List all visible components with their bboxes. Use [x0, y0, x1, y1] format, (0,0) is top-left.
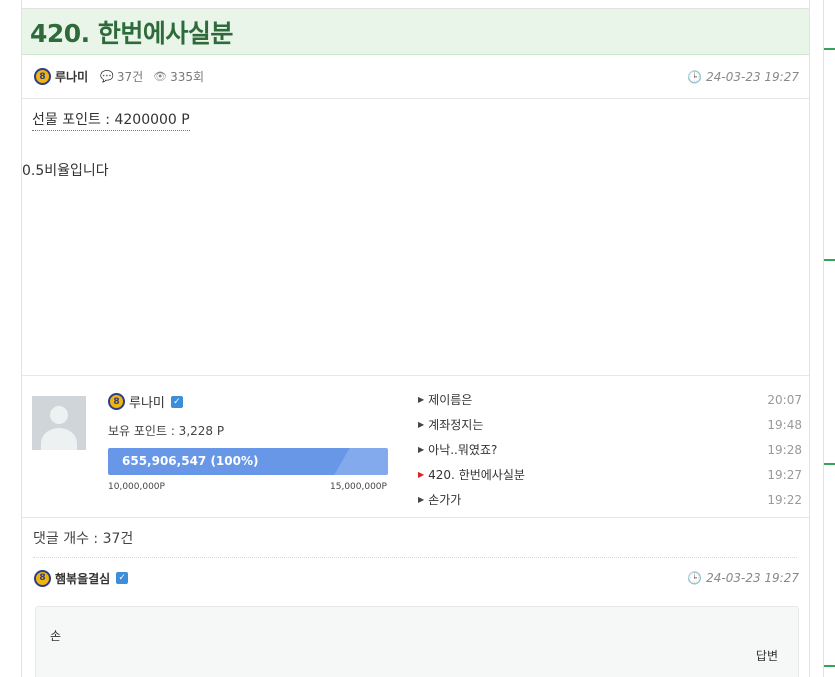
progress-shade	[313, 448, 388, 475]
comment-date-value: 24-03-23 19:27	[706, 571, 799, 585]
recent-post-time: 19:28	[767, 442, 802, 457]
post-title: 420. 한번에사실분	[30, 18, 233, 48]
recent-post[interactable]: ▶ 계좌정지는 19:48	[418, 412, 802, 437]
recent-post-time: 19:27	[767, 467, 802, 482]
clock-icon: 🕒	[687, 571, 703, 585]
avatar-body	[41, 428, 77, 450]
sidebar-accent	[824, 665, 835, 667]
level-badge-icon: 8	[34, 569, 51, 587]
speech-bubble-icon: 💬	[100, 70, 114, 83]
comment-meta: 8 햄볶을결심 ✓ 🕒 24-03-23 19:27	[22, 558, 809, 598]
sidebar-accent	[824, 259, 835, 261]
right-sidebar-edge	[823, 0, 835, 677]
triangle-right-icon: ▶	[418, 420, 425, 429]
profile-points: 보유 포인트 : 3,228 P	[108, 424, 225, 438]
profile-name-row: 8 루나미 ✓	[108, 392, 183, 411]
comments-header: 댓글 개수 : 37건	[33, 518, 797, 558]
recent-post[interactable]: ▶ 아낙..뭐였죠? 19:28	[418, 437, 802, 462]
eye-icon: 👁	[153, 70, 168, 83]
view-count: 👁 335회	[153, 68, 204, 85]
gift-points: 선물 포인트 : 4200000 P	[32, 109, 190, 131]
post-container: 420. 한번에사실분 8 루나미 💬 37건 👁 335회 🕒 24-03-2…	[21, 0, 810, 677]
clock-icon: 🕒	[687, 69, 703, 84]
recent-post-time: 19:48	[767, 417, 802, 432]
recent-post-title[interactable]: 손가가	[428, 491, 461, 508]
comment-count: 💬 37건	[100, 68, 143, 85]
triangle-right-icon: ▶	[418, 495, 425, 504]
comment-text: 손	[50, 629, 62, 643]
avatar[interactable]	[32, 396, 86, 450]
reply-button[interactable]: 답변	[756, 647, 778, 664]
comment-body: 손 답변	[35, 606, 799, 677]
recent-post-title[interactable]: 계좌정지는	[428, 416, 483, 433]
post-content: 선물 포인트 : 4200000 P 0.5비율입니다	[22, 99, 809, 376]
post-date: 🕒 24-03-23 19:27	[687, 70, 799, 84]
triangle-right-icon: ▶	[418, 470, 425, 479]
recent-post-title[interactable]: 제이름은	[428, 391, 472, 408]
recent-post-time: 19:22	[767, 492, 802, 507]
recent-posts-list: ▶ 제이름은 20:07 ▶ 계좌정지는 19:48 ▶ 아낙..뭐였죠? 19…	[418, 387, 802, 512]
title-bar: 420. 한번에사실분	[22, 9, 809, 55]
triangle-right-icon: ▶	[418, 395, 425, 404]
level-progress-bar: 655,906,547 (100%)	[108, 448, 388, 475]
profile-name[interactable]: 루나미	[129, 392, 165, 411]
recent-post-current[interactable]: ▶ 420. 한번에사실분 19:27	[418, 462, 802, 487]
recent-post[interactable]: ▶ 손가가 19:22	[418, 487, 802, 512]
author-name[interactable]: 루나미	[55, 68, 88, 85]
level-badge-icon: 8	[34, 68, 51, 85]
progress-min: 10,000,000P	[108, 482, 165, 492]
progress-max: 15,000,000P	[330, 482, 387, 492]
recent-post-title[interactable]: 420. 한번에사실분	[428, 466, 525, 483]
author-profile: 8 루나미 ✓ 보유 포인트 : 3,228 P 655,906,547 (10…	[22, 376, 809, 518]
level-badge-icon: 8	[108, 393, 125, 410]
avatar-head	[50, 406, 68, 424]
recent-post[interactable]: ▶ 제이름은 20:07	[418, 387, 802, 412]
triangle-right-icon: ▶	[418, 445, 425, 454]
comment-count-value: 37건	[116, 70, 144, 84]
post-body: 0.5비율입니다	[22, 163, 109, 179]
post-date-value: 24-03-23 19:27	[706, 69, 799, 84]
top-divider	[22, 0, 809, 9]
recent-post-time: 20:07	[767, 392, 802, 407]
comments-count: 댓글 개수 : 37건	[33, 530, 134, 547]
view-count-value: 335회	[170, 70, 205, 84]
commenter-name[interactable]: 햄볶을결심	[55, 570, 110, 587]
check-badge-icon: ✓	[116, 572, 129, 584]
sidebar-accent	[824, 48, 835, 50]
progress-text: 655,906,547 (100%)	[122, 454, 259, 468]
post-meta: 8 루나미 💬 37건 👁 335회 🕒 24-03-23 19:27	[22, 55, 809, 99]
sidebar-accent	[824, 463, 835, 465]
comment-date: 🕒 24-03-23 19:27	[687, 571, 799, 585]
recent-post-title[interactable]: 아낙..뭐였죠?	[428, 441, 497, 458]
check-badge-icon: ✓	[170, 395, 183, 408]
